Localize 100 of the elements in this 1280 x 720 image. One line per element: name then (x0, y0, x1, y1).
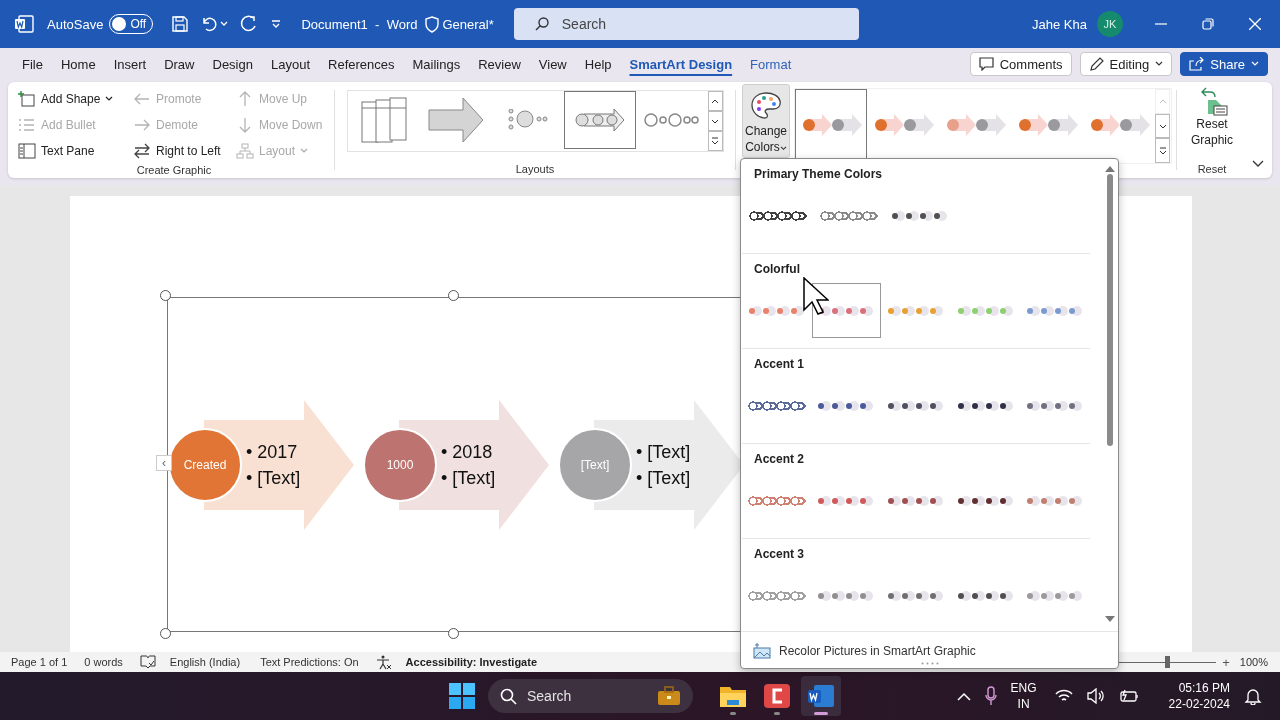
clock-time[interactable]: 05:16 PM (1178, 680, 1230, 696)
ribbon-tab[interactable]: Review (469, 51, 530, 77)
taskbar-search-field[interactable]: Search (488, 679, 693, 713)
ribbon-tab[interactable]: Design (203, 51, 262, 77)
ribbon-tab[interactable]: Help (575, 51, 621, 77)
style-preview-icon (1088, 113, 1150, 137)
section-heading: Accent 2 (754, 452, 806, 466)
ribbon-tab[interactable]: View (529, 51, 576, 77)
scroll-up-icon[interactable] (1105, 165, 1115, 172)
command-icon (133, 91, 151, 107)
resize-handle[interactable] (160, 628, 171, 639)
zoom-slider-thumb[interactable] (1165, 656, 1171, 668)
accessibility-status[interactable]: Accessibility: Investigate (405, 656, 538, 668)
command-icon (18, 143, 36, 159)
text-pane-toggle[interactable]: ‹ (156, 455, 172, 471)
command-icon (133, 117, 151, 133)
section-heading: Colorful (754, 262, 801, 276)
ribbon-tab[interactable]: Mailings (403, 51, 470, 77)
group-label: Layouts (515, 163, 555, 175)
show-hidden-icons-icon[interactable] (956, 691, 971, 701)
gallery-more-button[interactable] (1155, 138, 1170, 163)
ribbon-tab[interactable]: Draw (155, 51, 204, 77)
command-icon (18, 117, 36, 133)
palette-icon (750, 91, 782, 121)
microphone-icon[interactable] (984, 686, 997, 706)
start-icon[interactable] (449, 683, 475, 709)
text-predictions-status[interactable]: Text Predictions: On (260, 656, 359, 668)
caret-icon (1251, 61, 1259, 67)
resize-handle[interactable] (448, 290, 459, 301)
user-avatar[interactable]: JK (1097, 11, 1123, 37)
style-preview-icon (944, 113, 1006, 137)
scroll-down-icon[interactable] (1105, 616, 1115, 623)
bullet-text: • [Text] (441, 466, 496, 490)
style-preview-icon (1016, 113, 1078, 137)
reset-graphic-button[interactable]: Reset Graphic (1186, 82, 1238, 148)
ribbon-tab[interactable]: Format (741, 51, 801, 77)
volume-icon[interactable] (1086, 688, 1105, 704)
ribbon-command[interactable]: Text Pane (18, 138, 133, 164)
group-label: Reset (1197, 163, 1227, 175)
shield-icon[interactable] (425, 15, 440, 33)
caret-icon[interactable] (220, 21, 229, 27)
ribbon-tab[interactable]: SmartArt Design (620, 51, 742, 77)
language-label[interactable]: English (India) (169, 656, 241, 668)
layout-preview-icon (359, 96, 408, 144)
input-language[interactable]: IN (1017, 696, 1030, 712)
battery-icon[interactable] (1118, 689, 1139, 703)
ribbon-tab[interactable]: Layout (261, 51, 319, 77)
more-icon (1158, 146, 1167, 155)
layout-option[interactable] (563, 91, 636, 149)
word-count[interactable]: 0 words (84, 656, 123, 668)
search-field[interactable]: Search (513, 8, 859, 40)
circle-shape[interactable]: 1000 (363, 427, 437, 502)
restore-icon[interactable] (1202, 18, 1214, 30)
editing-button[interactable]: Editing (1079, 52, 1173, 76)
bullet-text: • [Text] (246, 466, 301, 490)
save-icon[interactable] (171, 15, 190, 33)
page-count[interactable]: Page 1 of 1 (11, 656, 68, 668)
sensitivity-label[interactable]: General* (442, 16, 494, 32)
word-logo-icon[interactable] (14, 15, 34, 33)
ribbon-command[interactable]: Add Shape (18, 86, 133, 112)
ribbon-tab[interactable]: Insert (104, 51, 156, 77)
ribbon-command[interactable]: Right to Left (133, 138, 236, 164)
undo-icon[interactable] (200, 15, 219, 33)
wifi-icon[interactable] (1054, 689, 1073, 703)
ribbon-tab[interactable]: Home (51, 51, 105, 77)
resize-grip-icon[interactable] (920, 662, 939, 665)
proofing-icon[interactable] (139, 655, 156, 669)
section-heading: Primary Theme Colors (754, 167, 884, 181)
zoom-in-button[interactable]: + (1222, 654, 1230, 670)
caret-icon (779, 146, 787, 151)
mouse-pointer-icon (803, 277, 829, 315)
input-language[interactable]: ENG (1010, 680, 1037, 696)
user-name[interactable]: Jahe Kha (1032, 16, 1087, 32)
customize-toolbar-icon[interactable] (271, 20, 282, 28)
notification-bell-icon[interactable] (1244, 687, 1262, 705)
collapse-ribbon-icon[interactable] (1252, 160, 1264, 168)
recolor-pictures-icon (753, 642, 771, 659)
taskbar-app[interactable] (801, 676, 841, 716)
ribbon-tab[interactable]: File (13, 51, 52, 77)
change-colors-button[interactable]: Change Colors (742, 84, 790, 158)
close-icon[interactable] (1249, 18, 1261, 30)
redo-icon[interactable] (240, 15, 259, 33)
gallery-more-button[interactable] (707, 131, 723, 151)
autosave-label: AutoSave (47, 16, 104, 32)
comments-button[interactable]: Comments (969, 52, 1072, 76)
zoom-percent[interactable]: 100% (1239, 656, 1268, 668)
resize-handle[interactable] (448, 628, 459, 639)
style-preview-icon (800, 113, 862, 137)
caret-down-icon (1158, 123, 1167, 129)
clock-date[interactable]: 22-02-2024 (1168, 696, 1230, 712)
scrollbar-thumb[interactable] (1107, 174, 1113, 446)
section-heading: Accent 3 (754, 547, 806, 561)
recolor-pictures-item[interactable]: Recolor Pictures in SmartArt Graphic (741, 631, 1118, 661)
ribbon-tab[interactable]: References (319, 51, 404, 77)
caret-up-icon (1158, 98, 1167, 104)
layout-preview-icon (426, 96, 485, 144)
share-button[interactable]: Share (1180, 52, 1268, 76)
accessibility-icon[interactable] (375, 654, 392, 670)
resize-handle[interactable] (160, 290, 171, 301)
search-icon (533, 16, 550, 32)
